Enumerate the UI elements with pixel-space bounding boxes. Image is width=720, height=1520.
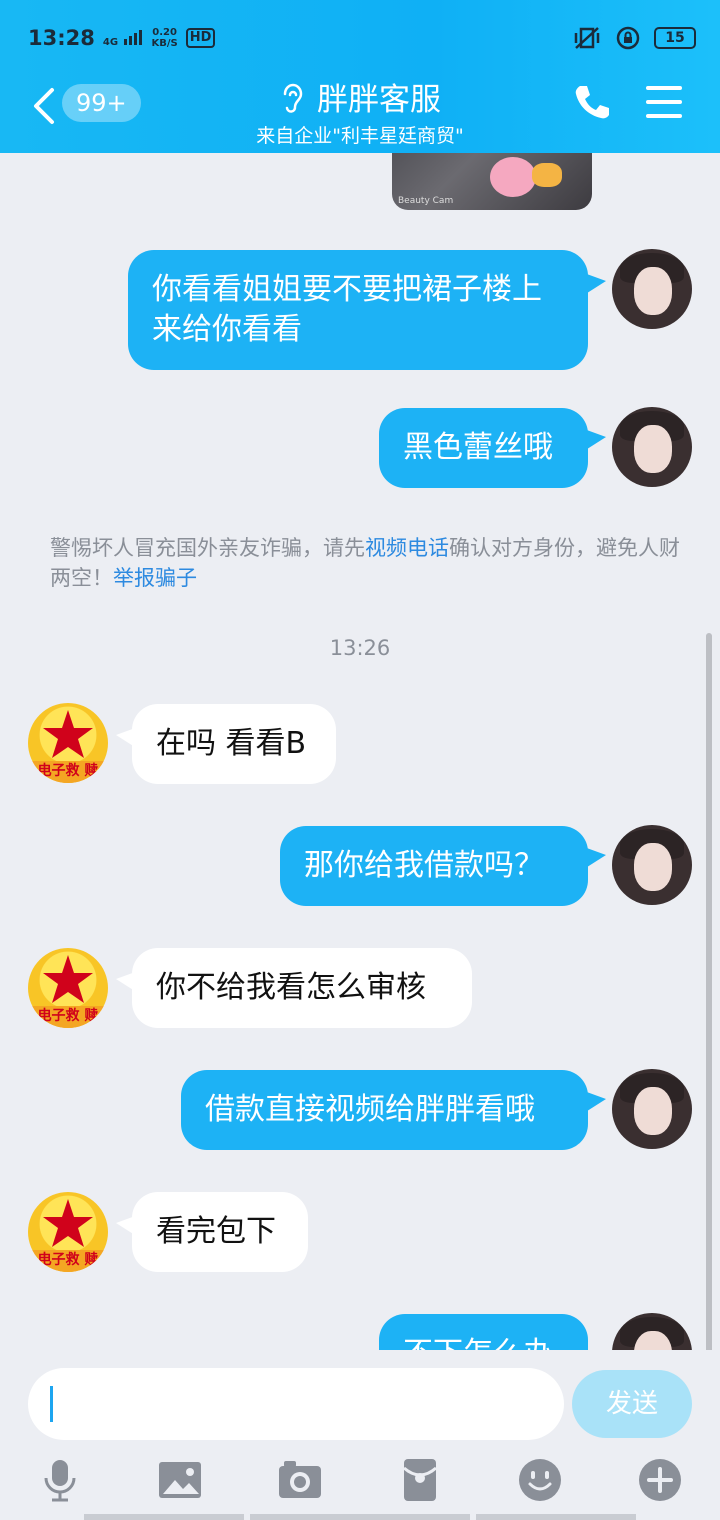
report-scammer-link[interactable]: 举报骗子	[113, 566, 197, 590]
ear-icon	[283, 83, 303, 113]
bottom-divider	[476, 1514, 636, 1520]
message-text: 你看看姐姐要不要把裙子楼上来给你看看	[152, 272, 542, 347]
phone-icon[interactable]	[572, 82, 612, 122]
message-bubble-outgoing[interactable]: 借款直接视频给胖胖看哦	[181, 1070, 588, 1150]
menu-icon[interactable]	[646, 86, 682, 118]
status-right: 15	[572, 25, 696, 51]
title-area[interactable]: 胖胖客服 来自企业"利丰星廷商贸"	[0, 74, 720, 148]
contact-avatar[interactable]: 电子救 赎	[28, 1192, 108, 1272]
vibrate-icon	[574, 27, 600, 49]
send-button[interactable]: 发送	[572, 1370, 692, 1438]
network-indicator: 4G	[103, 29, 144, 48]
lock-rotation-icon	[616, 26, 640, 50]
image-icon[interactable]	[156, 1456, 204, 1504]
red-packet-icon[interactable]	[396, 1456, 444, 1504]
text-caret	[50, 1386, 53, 1422]
message-text: 那你给我借款吗？	[304, 848, 544, 883]
network-speed: 0.20 KB/S	[151, 27, 178, 49]
message-bubble-incoming[interactable]: 你不给我看怎么审核	[132, 948, 472, 1028]
my-avatar[interactable]	[612, 249, 692, 329]
my-avatar[interactable]	[612, 407, 692, 487]
microphone-icon[interactable]	[36, 1456, 84, 1504]
bubble-tail	[584, 1091, 606, 1113]
camera-icon[interactable]	[276, 1456, 324, 1504]
emoji-icon[interactable]	[516, 1456, 564, 1504]
hd-indicator: HD	[185, 28, 216, 48]
fraud-warning: 警惕坏人冒充国外亲友诈骗，请先视频电话确认对方身份，避免人财两空！举报骗子	[50, 536, 680, 590]
time-separator: 13:26	[329, 636, 391, 660]
message-bubble-incoming[interactable]: 在吗 看看B	[132, 704, 336, 784]
input-bar: 发送	[0, 1350, 720, 1520]
message-input[interactable]	[28, 1368, 564, 1440]
bubble-tail	[584, 273, 606, 295]
red-star-icon	[43, 1199, 93, 1247]
message-bubble-outgoing[interactable]: 不下怎么办	[379, 1314, 588, 1350]
page-subtitle: 来自企业"利丰星廷商贸"	[256, 125, 464, 147]
message-bubble-outgoing[interactable]: 你看看姐姐要不要把裙子楼上来给你看看	[128, 250, 588, 370]
chat-header: 13:28 4G 0.20 KB/S HD 15 99+ 胖胖客服 来自企业"利…	[0, 0, 720, 153]
status-time: 13:28	[28, 26, 95, 50]
signal-icon	[123, 29, 142, 45]
my-avatar[interactable]	[612, 1313, 692, 1350]
contact-avatar[interactable]: 电子救 赎	[28, 703, 108, 783]
message-bubble-outgoing[interactable]: 那你给我借款吗？	[280, 826, 588, 906]
image-watermark: Beauty Cam	[398, 196, 454, 206]
status-bar: 13:28 4G 0.20 KB/S HD 15	[28, 20, 696, 56]
message-bubble-incoming[interactable]: 看完包下	[132, 1192, 308, 1272]
battery-indicator: 15	[654, 27, 696, 49]
message-text: 借款直接视频给胖胖看哦	[205, 1092, 535, 1127]
message-text: 在吗 看看B	[156, 726, 307, 761]
toolbar	[0, 1450, 720, 1510]
my-avatar[interactable]	[612, 825, 692, 905]
bottom-divider	[250, 1514, 470, 1520]
video-call-link[interactable]: 视频电话	[365, 536, 449, 560]
image-message[interactable]: Beauty Cam	[392, 153, 592, 210]
red-star-icon	[43, 710, 93, 758]
message-text: 看完包下	[156, 1214, 276, 1249]
chat-area[interactable]: Beauty Cam 你看看姐姐要不要把裙子楼上来给你看看 黑色蕾丝哦 警惕坏人…	[0, 153, 720, 1350]
plus-icon[interactable]	[636, 1456, 684, 1504]
message-text: 黑色蕾丝哦	[403, 430, 553, 465]
scrollbar[interactable]	[706, 633, 712, 1350]
bubble-tail	[584, 429, 606, 451]
message-bubble-outgoing[interactable]: 黑色蕾丝哦	[379, 408, 588, 488]
red-star-icon	[43, 955, 93, 1003]
contact-avatar[interactable]: 电子救 赎	[28, 948, 108, 1028]
nav-bar: 99+ 胖胖客服 来自企业"利丰星廷商贸"	[0, 70, 720, 147]
page-title: 胖胖客服	[317, 82, 441, 118]
message-text: 不下怎么办	[403, 1336, 553, 1350]
bubble-tail	[584, 847, 606, 869]
bottom-divider	[84, 1514, 244, 1520]
my-avatar[interactable]	[612, 1069, 692, 1149]
message-text: 你不给我看怎么审核	[156, 970, 426, 1005]
